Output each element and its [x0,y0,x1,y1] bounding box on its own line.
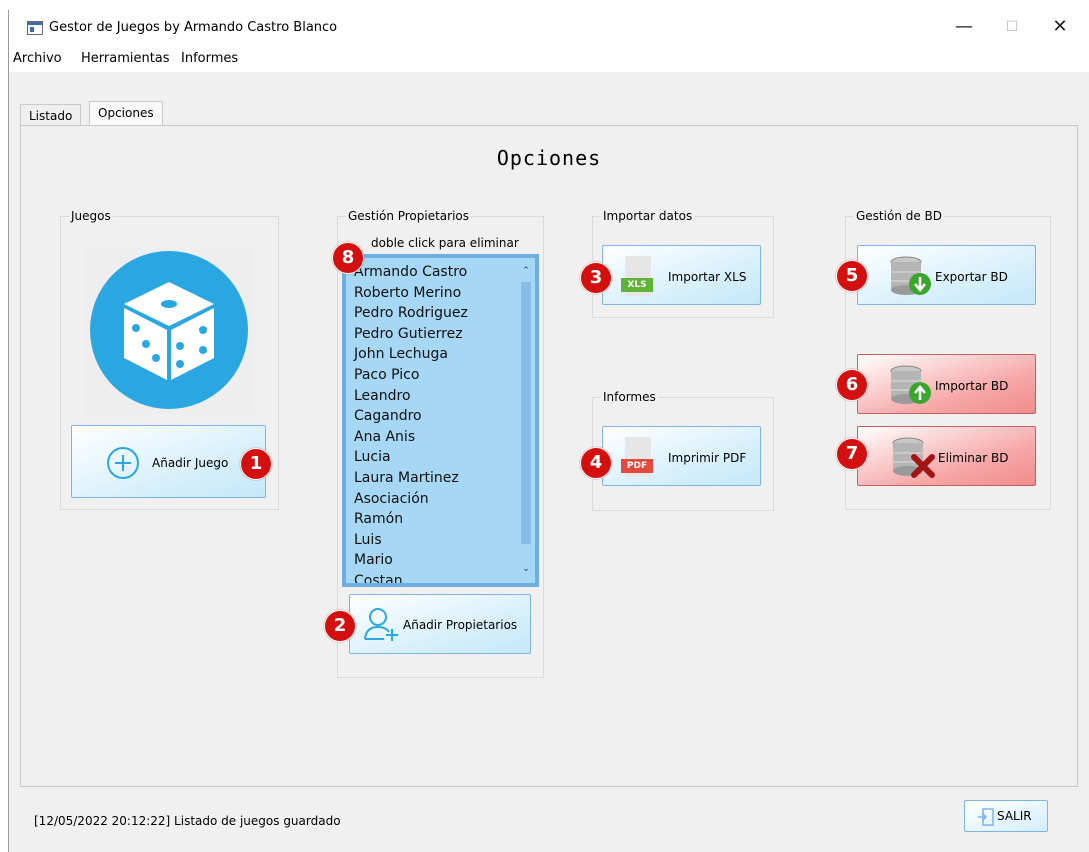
menu-archivo[interactable]: Archivo [13,51,62,66]
window-title: Gestor de Juegos by Armando Castro Blanc… [49,20,338,35]
group-informes-title: Informes [601,390,658,404]
status-message: [12/05/2022 20:12:22] Listado de juegos … [34,814,341,828]
owner-list-item[interactable]: Luis [346,530,535,551]
import-xls-button[interactable]: XLS Importar XLS [602,245,761,305]
page-title: Opciones [496,146,602,170]
xls-badge-text: XLS [621,278,653,292]
scroll-down-arrow[interactable]: ⌄ [517,560,535,578]
import-db-button[interactable]: Importar BD [857,354,1036,414]
owners-scrollbar[interactable]: ⌃ ⌄ [517,258,535,583]
add-circle-icon [107,447,139,479]
badge-8: 8 [332,242,364,274]
owner-list-item[interactable]: Lucia [346,447,535,468]
exit-door-icon [978,808,994,826]
import-db-label: Importar BD [935,379,1009,393]
dice-icon [90,251,248,409]
minimize-button[interactable]: — [941,10,987,44]
print-pdf-label: Imprimir PDF [668,451,747,465]
add-owners-button[interactable]: Añadir Propietarios [349,594,531,654]
xls-file-icon: XLS [621,256,655,296]
scroll-thumb[interactable] [521,282,531,544]
owner-list-item[interactable]: Pedro Gutierrez [346,324,535,345]
menu-informes[interactable]: Informes [181,51,238,66]
owner-list-item[interactable]: Roberto Merino [346,283,535,304]
database-delete-icon [892,437,935,478]
menu-herramientas[interactable]: Herramientas [81,51,170,66]
tab-listado[interactable]: Listado [20,104,82,127]
menu-bar: Archivo Herramientas Informes [9,46,1089,72]
game-image [84,246,254,414]
group-propietarios-title: Gestión Propietarios [346,209,472,223]
owner-list-item[interactable]: Pedro Rodriguez [346,303,535,324]
badge-4: 4 [580,447,612,479]
owner-list-item[interactable]: Ana Anis [346,427,535,448]
scroll-up-arrow[interactable]: ⌃ [517,262,535,280]
exit-label: SALIR [997,809,1032,823]
app-icon [27,21,43,35]
database-export-icon [890,256,931,295]
print-pdf-button[interactable]: PDF Imprimir PDF [602,426,761,486]
owner-list-item[interactable]: Mario [346,550,535,571]
delete-db-button[interactable]: Eliminar BD [857,426,1036,486]
badge-2: 2 [324,610,356,642]
owner-list-item[interactable]: Armando Castro [346,262,535,283]
badge-3: 3 [580,262,612,294]
badge-5: 5 [836,260,868,292]
add-user-icon [364,608,398,641]
owner-list-item[interactable]: Ramón [346,509,535,530]
badge-1: 1 [240,448,272,480]
export-db-button[interactable]: Exportar BD [857,245,1036,305]
owners-list[interactable]: Armando Castro Roberto Merino Pedro Rodrig… [342,254,539,587]
badge-6: 6 [836,369,868,401]
owners-hint: doble click para eliminar [371,236,519,250]
exit-button[interactable]: SALIR [964,800,1048,832]
import-xls-label: Importar XLS [668,270,747,284]
owner-list-item[interactable]: Asociación [346,489,535,510]
tab-opciones[interactable]: Opciones [89,101,163,127]
owner-list-item[interactable]: Laura Martinez [346,468,535,489]
pdf-file-icon: PDF [621,437,655,477]
owner-list-item[interactable]: Costan [346,571,535,583]
group-bd-title: Gestión de BD [854,209,945,223]
maximize-button[interactable]: ☐ [989,10,1035,44]
database-import-icon [890,365,931,404]
close-button[interactable]: ✕ [1037,10,1083,44]
pdf-badge-text: PDF [621,459,653,473]
add-game-label: Añadir Juego [152,456,229,470]
export-db-label: Exportar BD [935,270,1008,284]
title-bar: Gestor de Juegos by Armando Castro Blanc… [9,10,1089,46]
owner-list-item[interactable]: John Lechuga [346,344,535,365]
owner-list-item[interactable]: Paco Pico [346,365,535,386]
group-importar-title: Importar datos [601,209,695,223]
owners-items: Armando Castro Roberto Merino Pedro Rodrig… [346,258,535,583]
add-owners-label: Añadir Propietarios [403,618,518,632]
group-juegos-title: Juegos [69,209,113,223]
badge-7: 7 [836,438,868,470]
add-game-button[interactable]: Añadir Juego [71,425,266,498]
owner-list-item[interactable]: Leandro [346,386,535,407]
delete-db-label: Eliminar BD [938,451,1009,465]
owner-list-item[interactable]: Cagandro [346,406,535,427]
